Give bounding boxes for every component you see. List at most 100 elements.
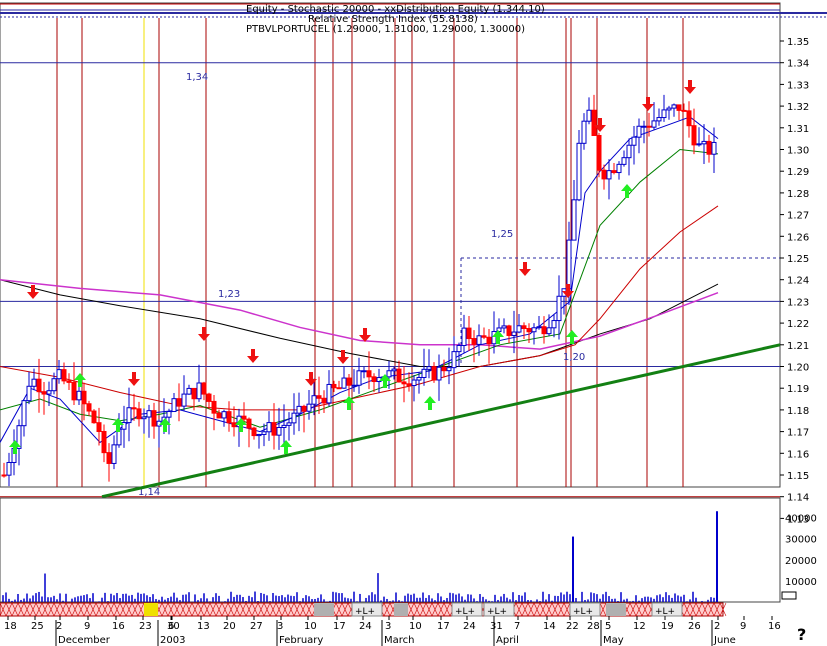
month-label: May (603, 635, 624, 646)
volume-tick-label: 30000 (785, 535, 817, 546)
date-tick-label: 22 (566, 621, 579, 632)
price-bar-body (711, 141, 717, 155)
price-bar-body (611, 170, 617, 174)
price-bar-body (686, 110, 692, 127)
legend-line-3: PTBVLPORTUCEL (1.29000, 1.31000, 1.29000… (246, 24, 525, 35)
price-bar-body (616, 163, 622, 174)
date-tick-label: 7 (514, 621, 520, 632)
price-tick-label: 1.17 (787, 428, 809, 439)
month-label: December (58, 635, 111, 646)
price-bar-body (446, 367, 452, 372)
timeline-mark: +L+ (573, 607, 593, 617)
price-bar-body (141, 416, 147, 420)
price-bar-body (206, 393, 212, 402)
price-bar-body (421, 368, 427, 378)
chart: 1,341,251,231,201,14 1.131.141.151.161.1… (0, 2, 827, 646)
price-tick-label: 1.21 (787, 341, 809, 352)
price-tick-label: 1.31 (787, 124, 809, 135)
price-tick-label: 1.14 (787, 493, 809, 504)
price-bar-body (536, 326, 542, 329)
price-bar-body (186, 387, 192, 395)
volume-tick-label: 40000 (785, 514, 817, 525)
date-tick-label: 9 (740, 621, 746, 632)
price-bar-body (21, 400, 27, 427)
price-bar-body (126, 407, 132, 424)
price-bar-body (656, 117, 662, 122)
price-bar-body (296, 405, 302, 414)
price-bar-body (181, 393, 187, 407)
price-bar-body (406, 383, 412, 387)
price-bar-body (541, 326, 547, 335)
price-bar-body (91, 410, 97, 424)
price-tick-label: 1.33 (787, 80, 809, 91)
price-bar-body (486, 336, 492, 345)
price-tick-label: 1.20 (787, 363, 809, 374)
price-bar-body (351, 384, 357, 387)
price-bar-body (176, 398, 182, 407)
price-bar-body (306, 403, 312, 412)
help-icon[interactable]: ? (797, 625, 806, 644)
price-tick-label: 1.35 (787, 37, 809, 48)
price-bar-body (266, 422, 272, 433)
date-tick-label: 25 (31, 621, 44, 632)
price-tick-label: 1.28 (787, 189, 809, 200)
price-tick-label: 1.26 (787, 232, 809, 243)
date-tick-label: 27 (250, 621, 263, 632)
price-bar-body (531, 327, 537, 333)
price-bar-body (571, 199, 577, 241)
price-bar-body (371, 376, 377, 383)
price-bar-body (546, 327, 552, 335)
month-label: February (279, 635, 323, 646)
price-bar-body (71, 381, 77, 401)
date-tick-label: 17 (437, 621, 450, 632)
price-bar-body (526, 328, 532, 333)
price-bar-body (506, 325, 512, 336)
date-axis: 18 25 2 9 16 23 306 13 20 27 3 10 17 24 3 10 17 24 31 7 14 22… (4, 616, 781, 646)
price-bar-body (401, 381, 407, 385)
price-bar-body (471, 338, 477, 345)
price-bar-body (516, 325, 522, 333)
price-panel (0, 2, 781, 488)
price-bar-body (621, 157, 627, 165)
price-bar-body (696, 143, 702, 146)
price-bar-body (1, 474, 7, 477)
volume-panel-frame (0, 497, 781, 603)
price-bar-body (171, 398, 177, 413)
price-bar-body (101, 430, 107, 454)
price-bar-body (586, 109, 592, 122)
price-bar-body (326, 383, 332, 404)
price-tick-label: 1.27 (787, 211, 809, 222)
price-bar-body (691, 125, 697, 146)
price-tick-label: 1.24 (787, 276, 809, 287)
date-tick-label: 24 (463, 621, 476, 632)
timeline-mark: +L+ (355, 607, 375, 617)
level-label: 1,23 (218, 289, 240, 300)
volume-legend-box (781, 591, 797, 600)
price-bar-body (6, 461, 12, 476)
price-bar-body (646, 125, 652, 128)
price-bar-body (56, 369, 62, 380)
date-tick-label: 3 (385, 621, 391, 632)
price-bar-body (151, 410, 157, 427)
price-bar-body (501, 325, 507, 329)
price-bar-body (86, 403, 92, 412)
price-bar-body (251, 427, 257, 437)
price-bar-body (46, 390, 52, 395)
level-label: 1,34 (186, 72, 208, 83)
price-bar-body (566, 239, 572, 290)
price-bar-body (111, 444, 117, 464)
date-tick-label: 18 (4, 621, 17, 632)
price-bar-body (346, 377, 352, 386)
price-bar-body (81, 390, 87, 405)
price-bar-body (41, 391, 47, 395)
price-bar-body (136, 408, 142, 420)
month-label: March (384, 635, 414, 646)
price-tick-label: 1.34 (787, 59, 809, 70)
price-bar-body (511, 331, 517, 336)
volume-panel: 10000 20000 30000 40000 (0, 497, 817, 603)
price-bar-body (701, 140, 707, 145)
price-bar-body (576, 142, 582, 201)
price-bar-body (256, 433, 262, 437)
price-bar-body (601, 169, 607, 180)
level-label: 1,20 (563, 352, 585, 363)
